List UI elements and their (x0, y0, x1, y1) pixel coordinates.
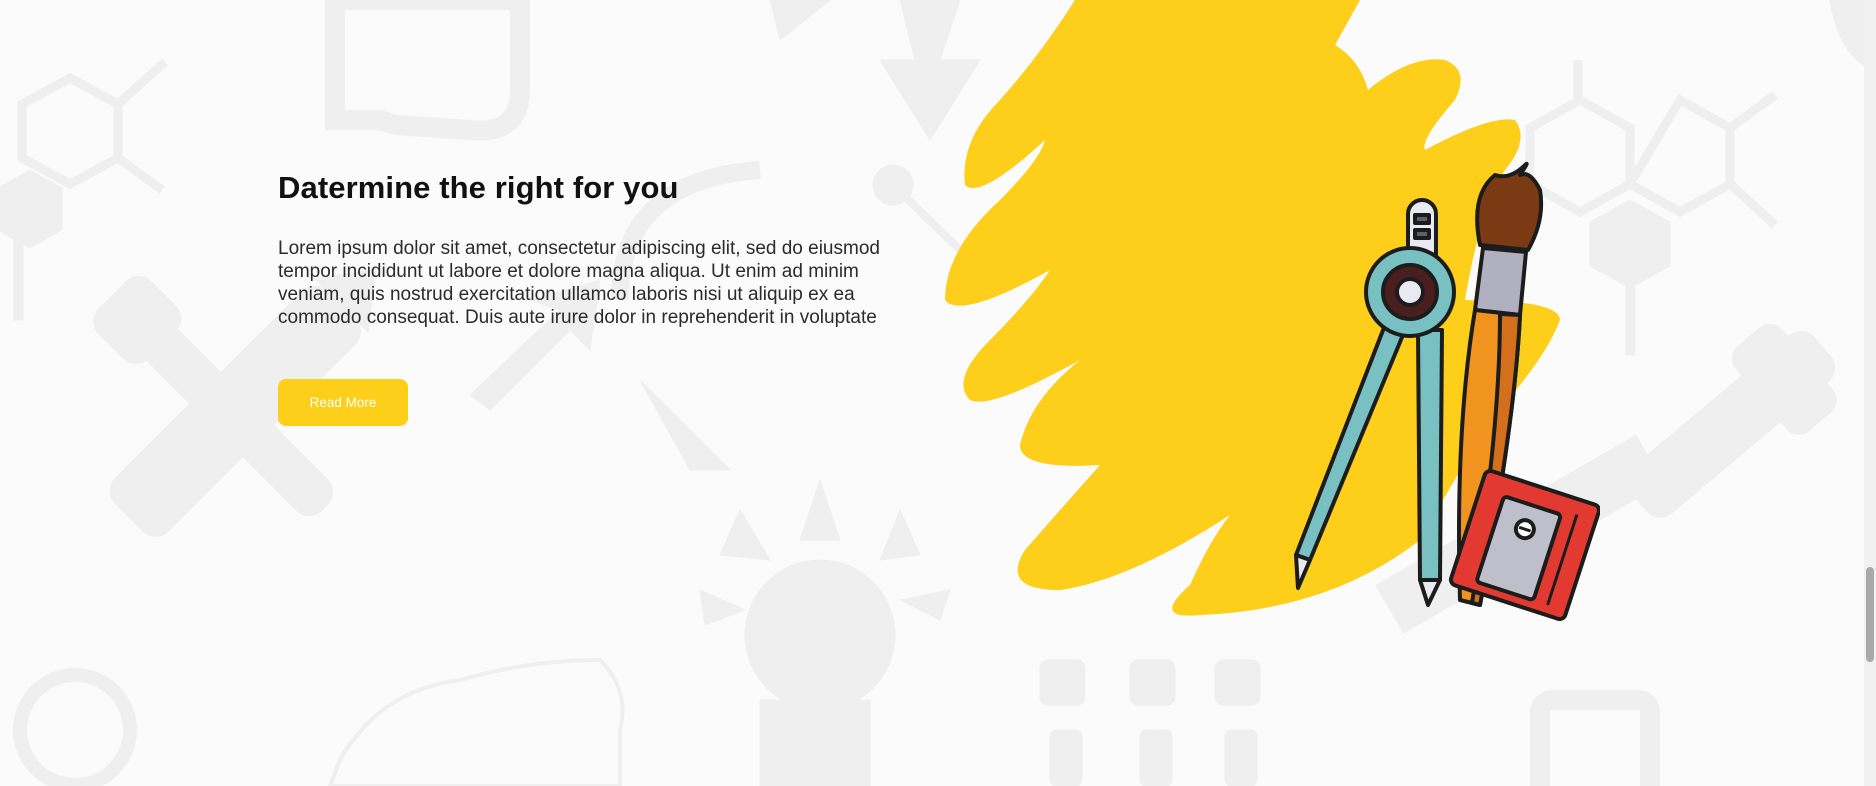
grid-icon (1039, 659, 1261, 786)
content-block: Datermine the right for you Lorem ipsum … (278, 168, 928, 329)
heart-icon (327, 657, 625, 786)
lightbulb-icon (699, 478, 951, 786)
compass-brush-sharpener-illustration (945, 0, 1600, 622)
page: Datermine the right for you Lorem ipsum … (0, 0, 1876, 786)
molecule-icon (17, 58, 168, 194)
scrollbar[interactable] (1864, 0, 1876, 786)
wrench-icon (1626, 323, 1837, 518)
magnifier-icon (13, 668, 137, 786)
section-title: Datermine the right for you (278, 170, 679, 205)
hand-icon (324, 0, 530, 141)
hexagon-icon (1589, 199, 1671, 289)
frame-icon (1530, 690, 1660, 786)
hexagon-icon (0, 169, 63, 249)
scrollbar-thumb[interactable] (1866, 567, 1874, 662)
read-more-button[interactable]: Read More (278, 379, 408, 426)
section-body: Lorem ipsum dolor sit amet, consectetur … (278, 238, 880, 328)
